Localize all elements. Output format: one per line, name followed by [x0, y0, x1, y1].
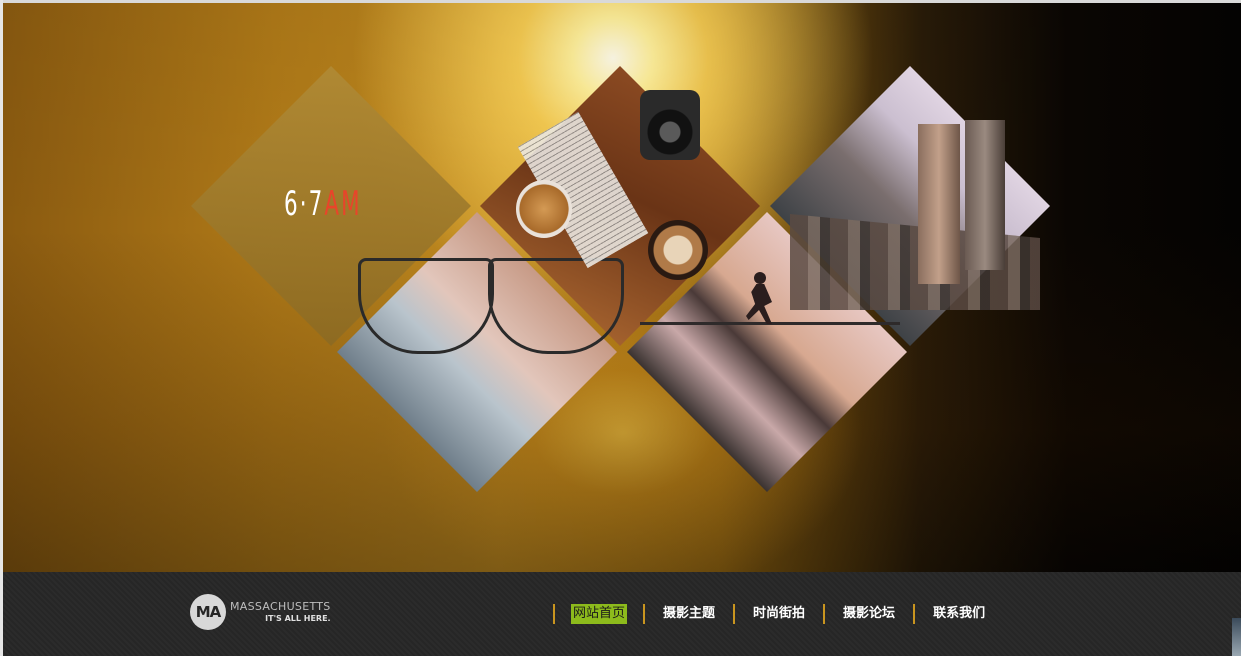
- nav-link-street[interactable]: 时尚街拍: [751, 604, 807, 624]
- hero-title-ampm: AM: [324, 184, 362, 224]
- nav-item-home: 网站首页: [553, 604, 643, 624]
- nav-separator: [643, 604, 646, 624]
- scroll-handle[interactable]: [1232, 618, 1241, 656]
- hero-title: 6·7AM: [284, 184, 360, 224]
- nav-link-forum[interactable]: 摄影论坛: [841, 604, 897, 624]
- nav-item-forum: 摄影论坛: [823, 604, 913, 624]
- nav-separator: [733, 604, 736, 624]
- nav-separator: [553, 604, 555, 624]
- skyscraper-right: [965, 120, 1005, 270]
- nav-separator: [823, 604, 826, 624]
- runner-silhouette: [740, 272, 780, 328]
- croissant-image: [516, 180, 572, 238]
- footer-bar: MA MASSACHUSETTS IT'S ALL HERE. 网站首页 摄影主…: [3, 572, 1241, 656]
- logo-mark-icon: MA: [190, 594, 226, 630]
- logo-text: MASSACHUSETTS IT'S ALL HERE.: [230, 600, 331, 625]
- site-logo[interactable]: MA MASSACHUSETTS IT'S ALL HERE.: [190, 592, 331, 632]
- logo-tagline: IT'S ALL HERE.: [265, 613, 331, 623]
- nav-separator: [913, 604, 916, 624]
- coffee-cup-image: [648, 220, 708, 280]
- skyscraper-left: [918, 124, 960, 284]
- nav-link-contact[interactable]: 联系我们: [931, 604, 987, 624]
- nav-item-topics: 摄影主题: [643, 604, 733, 624]
- hero-title-time: 6·7: [284, 184, 325, 224]
- nav-item-contact: 联系我们: [913, 604, 1003, 624]
- logo-name: MASSACHUSETTS: [230, 599, 331, 613]
- nav-item-street: 时尚街拍: [733, 604, 823, 624]
- main-nav: 网站首页 摄影主题 时尚街拍 摄影论坛 联系我们: [553, 602, 1003, 626]
- nav-link-topics[interactable]: 摄影主题: [661, 604, 717, 624]
- camera-image: [640, 90, 700, 160]
- nav-link-home[interactable]: 网站首页: [571, 604, 628, 624]
